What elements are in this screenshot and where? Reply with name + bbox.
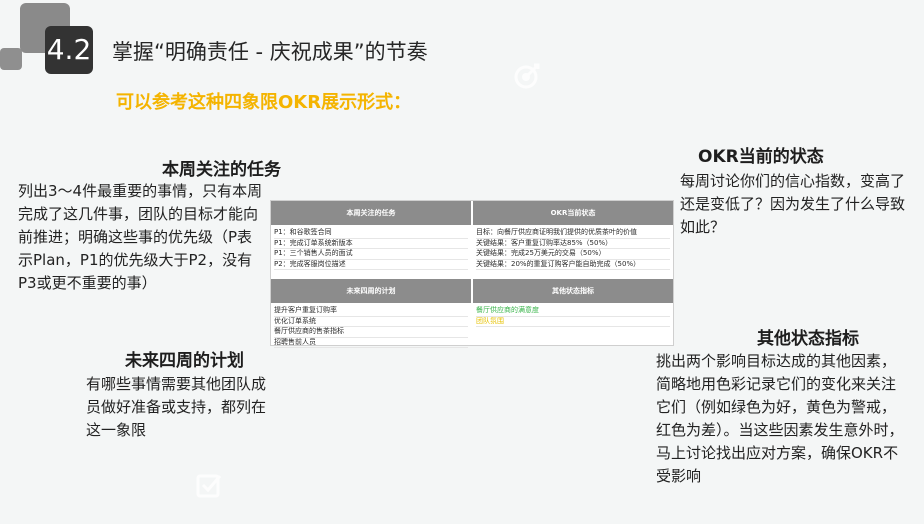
table-cell-plan: 提升客户重复订购率 优化订单系统 餐厅供应商的售茶指标 招聘售前人员 [271,305,471,349]
table-header-tasks: 本周关注的任务 [271,201,471,225]
table-row: P2：完成客服岗位描述 [274,260,468,270]
table-row: 招聘售前人员 [274,338,468,348]
table-row: 关键结果：客户重复订购率达85%（50%） [476,239,670,249]
table-row: 关键结果：20%的重复订购客户能自助完成（50%） [476,260,670,270]
table-row: P1：和谷歌签合同 [274,228,468,239]
table-row-warning-status: 团队氛围 [476,317,670,327]
table-row: 提升客户重复订购率 [274,306,468,317]
table-row-good-status: 餐厅供应商的满意度 [476,306,670,317]
table-header-other: 其他状态指标 [473,279,673,303]
table-row: 关键结果：完成25万美元的交易（50%） [476,249,670,260]
table-cell-okr: 目标：向餐厅供应商证明我们提供的优质茶叶的价值 关键结果：客户重复订购率达85%… [473,227,673,277]
plan-description: 有哪些事情需要其他团队成员做好准备或支持，都列在这一象限 [86,375,267,439]
tasks-heading: 本周关注的任务 [162,160,281,180]
table-cell-other: 餐厅供应商的满意度 团队氛围 [473,305,673,349]
okr-status-description: 每周讨论你们的信心指数，变高了还是变低了？因为发生了什么导致如此？ [680,172,906,236]
table-row: P1：完成订单系统新版本 [274,239,468,249]
table-header-plan: 未来四周的计划 [271,279,471,303]
table-row: 优化订单系统 [274,317,468,327]
other-metrics-description: 挑出两个影响目标达成的其他因素，简略地用色彩记录它们的变化来关注它们（例如绿色为… [656,352,904,485]
tasks-description: 列出3～4件最重要的事情，只有本周完成了这几件事，团队的目标才能向前推进；明确这… [18,182,263,292]
checkbox-watermark-icon [196,474,222,498]
table-row: 餐厅供应商的售茶指标 [274,327,468,338]
table-row: 目标：向餐厅供应商证明我们提供的优质茶叶的价值 [476,228,670,239]
table-row: P1：三个销售人员的面试 [274,249,468,260]
okr-quadrant-table: 本周关注的任务 OKR当前状态 P1：和谷歌签合同 P1：完成订单系统新版本 P… [270,200,674,349]
section-number-badge: 4.2 [45,26,93,74]
table-header-okr: OKR当前状态 [473,201,673,225]
other-metrics-heading: 其他状态指标 [757,329,859,349]
plan-heading: 未来四周的计划 [125,351,244,371]
slide-subtitle: 可以参考这种四象限OKR展示形式： [116,92,412,113]
okr-status-heading: OKR当前的状态 [698,147,824,167]
decorative-square-small [0,48,22,70]
target-watermark-icon [514,63,540,89]
table-cell-tasks: P1：和谷歌签合同 P1：完成订单系统新版本 P1：三个销售人员的面试 P2：完… [271,227,471,277]
slide-title: 掌握“明确责任 - 庆祝成果”的节奏 [112,40,428,64]
